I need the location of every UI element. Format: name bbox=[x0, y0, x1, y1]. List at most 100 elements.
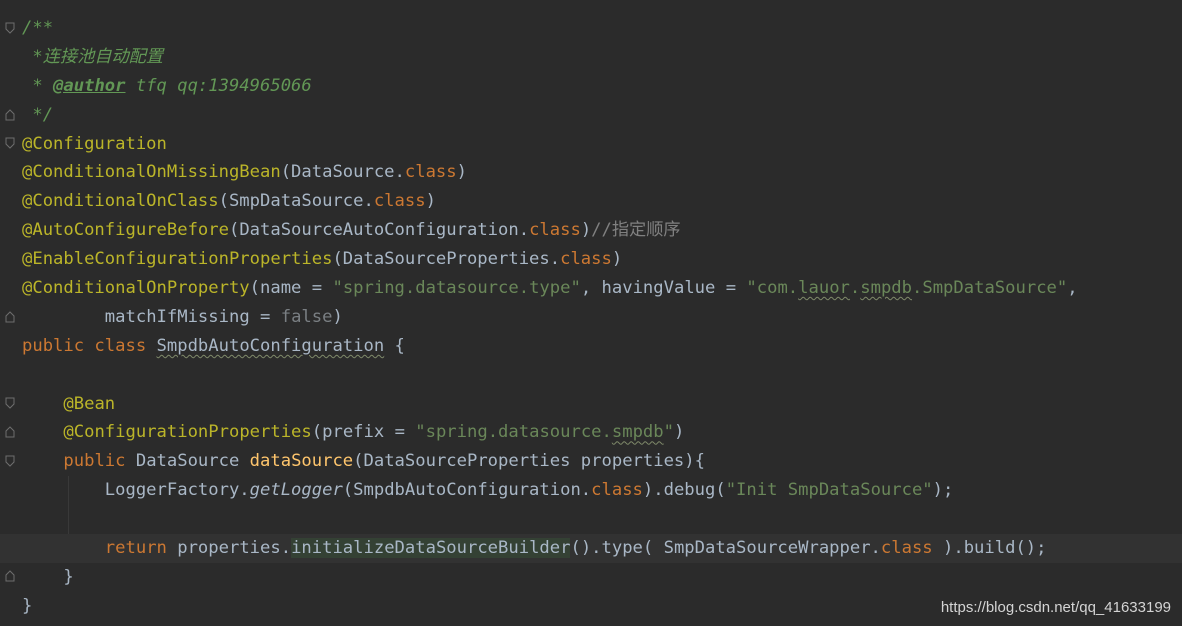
keyword: class bbox=[373, 191, 426, 212]
doc-comment: *连接池自动配置 bbox=[22, 46, 164, 67]
code-text: (DataSourceAutoConfiguration. bbox=[228, 220, 530, 241]
code-text: (SmpDataSource. bbox=[218, 191, 374, 212]
code-line: *连接池自动配置 bbox=[0, 43, 1182, 72]
annotation: @ConditionalOnClass bbox=[22, 191, 219, 212]
code-line: * @author tfq qq:1394965066 bbox=[0, 72, 1182, 101]
keyword: public bbox=[63, 451, 136, 472]
string-literal: "com. bbox=[746, 278, 799, 299]
code-line: */ bbox=[0, 101, 1182, 130]
annotation: @ConditionalOnMissingBean bbox=[22, 162, 281, 183]
code-area[interactable]: /** *连接池自动配置 * @author tfq qq:1394965066… bbox=[0, 14, 1182, 621]
code-text: ) bbox=[425, 191, 436, 212]
code-text: ).debug( bbox=[642, 480, 726, 501]
code-line: public class SmpdbAutoConfiguration { bbox=[0, 332, 1182, 361]
typo-underline: smpdb bbox=[860, 278, 913, 299]
code-line: public DataSource dataSource(DataSourceP… bbox=[0, 447, 1182, 476]
code-editor[interactable]: /** *连接池自动配置 * @author tfq qq:1394965066… bbox=[0, 0, 1182, 626]
keyword: class bbox=[591, 480, 643, 501]
doc-comment: /** bbox=[22, 18, 54, 38]
code-text: , bbox=[1067, 278, 1078, 299]
code-text: ().type( SmpDataSourceWrapper. bbox=[570, 538, 881, 559]
method-name: dataSource bbox=[249, 451, 354, 472]
doc-tag: @author bbox=[53, 75, 126, 96]
code-text: = bbox=[249, 306, 281, 327]
annotation-param: matchIfMissing bbox=[104, 306, 250, 327]
typo-underline: lauor bbox=[798, 278, 850, 299]
keyword: return bbox=[104, 538, 178, 559]
code-text: LoggerFactory. bbox=[22, 480, 250, 501]
annotation: @AutoConfigureBefore bbox=[22, 220, 229, 241]
identifier-highlight: initialize bbox=[291, 538, 395, 559]
code-text: } bbox=[22, 566, 74, 587]
watermark-url: https://blog.csdn.net/qq_41633199 bbox=[940, 599, 1171, 616]
string-literal: .SmpDataSource" bbox=[912, 278, 1068, 299]
code-line: matchIfMissing = false) bbox=[0, 303, 1182, 332]
code-text: = bbox=[301, 278, 333, 299]
code-line: } bbox=[0, 563, 1182, 592]
string-literal: " bbox=[663, 422, 674, 443]
keyword: class bbox=[880, 538, 933, 559]
code-text: ) bbox=[332, 306, 343, 327]
code-line: @AutoConfigureBefore(DataSourceAutoConfi… bbox=[0, 216, 1182, 245]
code-line: @Configuration bbox=[0, 130, 1182, 159]
code-text: } bbox=[22, 595, 33, 616]
keyword: class bbox=[404, 162, 457, 183]
code-line: @ConditionalOnClass(SmpDataSource.class) bbox=[0, 187, 1182, 216]
code-text: ) bbox=[456, 162, 467, 183]
code-text: { bbox=[384, 335, 405, 356]
code-line: @ConditionalOnMissingBean(DataSource.cla… bbox=[0, 158, 1182, 187]
code-line: LoggerFactory.getLogger(SmpdbAutoConfigu… bbox=[0, 476, 1182, 505]
code-line: /** bbox=[0, 14, 1182, 43]
code-text: ( bbox=[311, 422, 323, 443]
code-text: ); bbox=[932, 480, 954, 501]
doc-comment: */ bbox=[22, 104, 54, 125]
code-text: ) bbox=[580, 220, 592, 241]
static-method-call: getLogger bbox=[249, 480, 343, 501]
code-text: (DataSourceProperties. bbox=[332, 249, 561, 270]
code-text: , bbox=[580, 278, 602, 299]
annotation: @Bean bbox=[63, 393, 116, 414]
annotation-param: name bbox=[260, 278, 302, 299]
keyword: class bbox=[560, 249, 612, 270]
class-name: SmpdbAutoConfiguration bbox=[156, 335, 385, 356]
code-text: = bbox=[384, 422, 416, 443]
annotation: @EnableConfigurationProperties bbox=[22, 249, 333, 270]
code-text: DataSource bbox=[135, 451, 250, 472]
code-text: (DataSourceProperties properties){ bbox=[353, 451, 705, 472]
doc-comment: * bbox=[22, 75, 54, 96]
code-text: properties. bbox=[177, 538, 292, 559]
string-literal: "spring.datasource. bbox=[415, 422, 612, 443]
identifier-highlight: DataSourceBuilder bbox=[394, 538, 571, 559]
code-text: ( bbox=[249, 278, 261, 299]
string-literal: "Init SmpDataSource" bbox=[725, 480, 933, 501]
code-line: @ConfigurationProperties(prefix = "sprin… bbox=[0, 418, 1182, 447]
annotation-param: prefix bbox=[322, 422, 385, 443]
code-text: = bbox=[715, 278, 747, 299]
current-line[interactable]: return properties.initializeDataSourceBu… bbox=[0, 534, 1182, 563]
default-value: false bbox=[280, 306, 333, 327]
typo-underline: smpdb bbox=[611, 422, 664, 443]
code-text: ).build(); bbox=[932, 538, 1047, 559]
line-comment: //指定顺序 bbox=[591, 220, 681, 241]
annotation: @ConditionalOnProperty bbox=[22, 278, 250, 299]
annotation: @Configuration bbox=[22, 133, 167, 154]
code-line: @Bean bbox=[0, 390, 1182, 419]
code-line: @EnableConfigurationProperties(DataSourc… bbox=[0, 245, 1182, 274]
annotation-param: havingValue bbox=[601, 278, 716, 299]
code-text: ) bbox=[611, 249, 623, 270]
code-text: (SmpdbAutoConfiguration. bbox=[342, 480, 592, 501]
doc-comment: tfq qq:1394965066 bbox=[125, 75, 312, 96]
code-line: @ConditionalOnProperty(name = "spring.da… bbox=[0, 274, 1182, 303]
keyword: class bbox=[529, 220, 581, 241]
code-text: (DataSource. bbox=[280, 162, 405, 183]
string-literal: "spring.datasource.type" bbox=[332, 278, 581, 299]
code-text: ) bbox=[673, 422, 685, 443]
keyword: public class bbox=[22, 335, 157, 356]
